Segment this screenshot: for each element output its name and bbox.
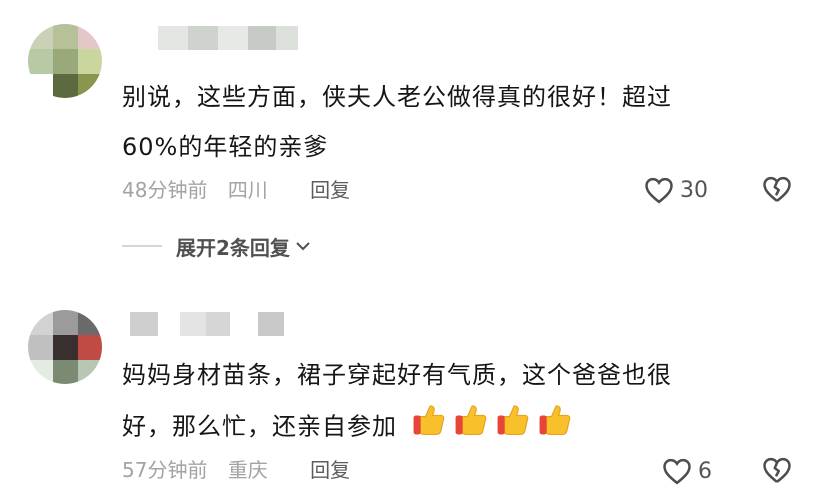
thumbs-up-icon <box>410 400 448 455</box>
comment-location: 四川 <box>227 178 268 202</box>
heart-icon <box>645 177 673 204</box>
chevron-down-icon <box>296 242 310 251</box>
avatar-pixel <box>78 74 102 98</box>
comment-item: 妈妈身材苗条，裙子穿起好有气质，这个爸爸也很 好，那么忙，还亲自参加 57分钟前… <box>0 290 828 504</box>
avatar-pixel <box>53 74 78 98</box>
avatar-pixel <box>28 360 53 384</box>
comment-time: 48分钟前 <box>122 178 208 202</box>
comment-text: 别说，这些方面，侠夫人老公做得真的很好！超过 60%的年轻的亲爹 <box>122 72 788 172</box>
avatar-pixel <box>53 49 78 74</box>
comment-text-line: 别说，这些方面，侠夫人老公做得真的很好！超过 <box>122 83 672 111</box>
expand-replies-button[interactable]: 展开2条回复 <box>122 232 312 260</box>
thumbs-up-icon <box>494 400 532 455</box>
avatar-pixel <box>78 49 102 74</box>
comment-time: 57分钟前 <box>122 458 208 482</box>
avatar-pixel <box>53 360 78 384</box>
dislike-button[interactable] <box>762 456 792 488</box>
avatar-pixel <box>28 49 53 74</box>
like-button[interactable]: 30 <box>644 175 708 205</box>
avatar-pixel <box>53 310 78 335</box>
expand-replies-label: 展开2条回复 <box>176 235 290 260</box>
avatar[interactable] <box>28 24 102 98</box>
avatar-pixel <box>28 74 53 98</box>
reply-button[interactable]: 回复 <box>310 458 350 482</box>
broken-heart-icon <box>763 176 791 202</box>
avatar-pixel <box>28 335 53 360</box>
avatar-pixel <box>78 24 102 49</box>
comment-text: 妈妈身材苗条，裙子穿起好有气质，这个爸爸也很 好，那么忙，还亲自参加 <box>122 350 788 455</box>
dislike-button[interactable] <box>762 175 792 207</box>
comment-meta: 57分钟前 重庆 回复 <box>122 455 364 485</box>
thumbs-up-icon <box>452 400 490 455</box>
like-button[interactable]: 6 <box>662 456 712 486</box>
avatar[interactable] <box>28 310 102 384</box>
like-count: 6 <box>698 458 712 484</box>
heart-icon <box>663 458 691 485</box>
divider-line <box>122 245 162 247</box>
avatar-pixel <box>28 24 53 49</box>
comment-text-line: 好，那么忙，还亲自参加 <box>122 412 397 441</box>
avatar-pixel <box>53 24 78 49</box>
comment-text-line: 60%的年轻的亲爹 <box>122 133 329 161</box>
comment-meta: 48分钟前 四川 回复 <box>122 175 364 205</box>
avatar-pixel <box>28 310 53 335</box>
like-count: 30 <box>680 177 708 203</box>
avatar-pixel <box>78 310 102 335</box>
comment-location: 重庆 <box>227 458 268 482</box>
comment-text-line: 妈妈身材苗条，裙子穿起好有气质，这个爸爸也很 <box>122 361 672 389</box>
thumbs-up-icon <box>536 400 574 455</box>
reply-button[interactable]: 回复 <box>310 178 350 202</box>
avatar-pixel <box>78 360 102 384</box>
comment-item: 别说，这些方面，侠夫人老公做得真的很好！超过 60%的年轻的亲爹 48分钟前 四… <box>0 0 828 280</box>
avatar-pixel <box>53 335 78 360</box>
broken-heart-icon <box>763 457 791 483</box>
avatar-pixel <box>78 335 102 360</box>
